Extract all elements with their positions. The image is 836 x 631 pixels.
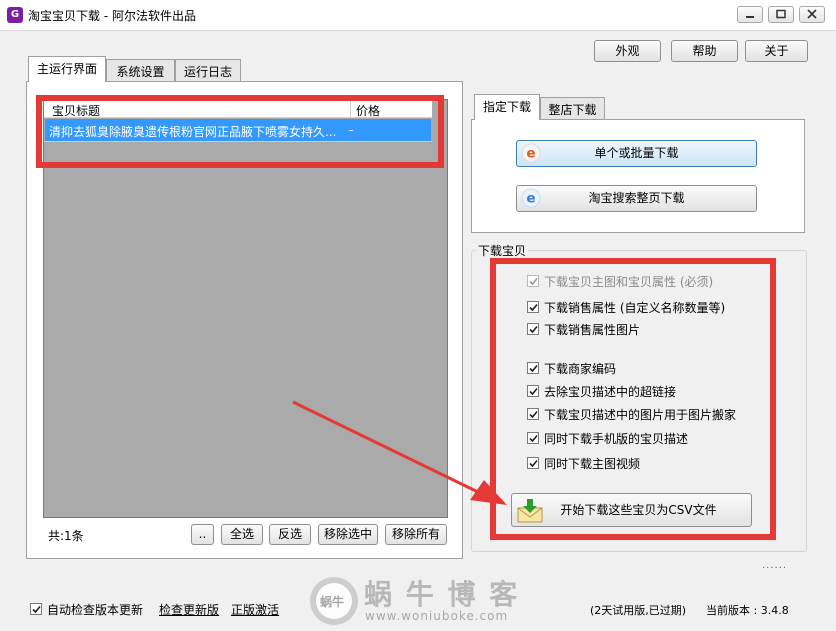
activate-link[interactable]: 正版激活	[231, 601, 279, 618]
annotation-arrow	[292, 400, 507, 505]
trial-status: (2天试用版,已过期)	[590, 604, 687, 617]
dots-indicator: ......	[762, 560, 788, 571]
tab-main[interactable]: 主运行界面	[28, 56, 106, 82]
watermark-url: www.woniuboke.com	[365, 609, 509, 623]
check-update-link[interactable]: 检查更新版	[159, 601, 219, 618]
tab-specified-download[interactable]: 指定下载	[474, 94, 540, 120]
check-icon	[32, 605, 41, 614]
auto-check-update-checkbox[interactable]	[30, 603, 42, 615]
watermark-logo-text: 蜗牛	[320, 595, 345, 609]
version-label: 当前版本 : 3.4.8	[706, 604, 789, 617]
auto-check-update-label[interactable]: 自动检查版本更新	[47, 601, 143, 618]
watermark-logo: 蜗牛	[310, 577, 358, 625]
watermark-text: 蜗 牛 博 客	[364, 578, 520, 611]
